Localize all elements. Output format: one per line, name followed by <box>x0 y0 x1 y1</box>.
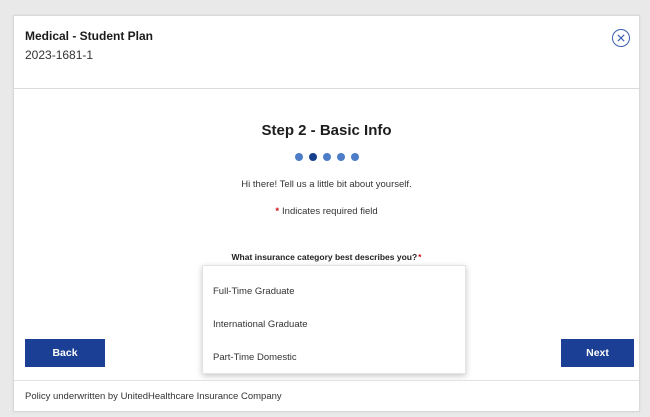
required-note-text: Indicates required field <box>282 206 378 217</box>
question-text: What insurance category best describes y… <box>231 252 418 262</box>
step-dot-4 <box>336 153 345 161</box>
back-button[interactable]: Back <box>25 339 105 367</box>
insurance-category-label: What insurance category best describes y… <box>14 252 639 262</box>
question-required-star: * <box>418 252 422 262</box>
underwriter-note: Policy underwritten by UnitedHealthcare … <box>25 391 282 402</box>
option-international-graduate[interactable]: International Graduate <box>213 319 308 330</box>
step-dot-3 <box>322 153 331 161</box>
step-progress-dots <box>14 153 639 161</box>
modal-header: Medical - Student Plan 2023-1681-1 <box>14 16 639 89</box>
close-x-icon <box>617 34 625 42</box>
step-dot-5 <box>350 153 359 161</box>
step-dot-2 <box>308 153 317 161</box>
next-button[interactable]: Next <box>561 339 634 367</box>
option-part-time-domestic[interactable]: Part-Time Domestic <box>213 352 297 363</box>
modal-footer: Policy underwritten by UnitedHealthcare … <box>14 380 639 413</box>
plan-id: 2023-1681-1 <box>25 48 94 62</box>
close-icon[interactable] <box>612 29 630 47</box>
step-dot-1 <box>294 153 303 161</box>
intro-text: Hi there! Tell us a little bit about you… <box>241 179 412 190</box>
option-full-time-graduate[interactable]: Full-Time Graduate <box>213 286 294 297</box>
enrollment-modal: Medical - Student Plan 2023-1681-1 Step … <box>13 15 640 412</box>
required-star: * <box>275 206 280 217</box>
plan-name: Medical - Student Plan <box>25 29 154 43</box>
insurance-category-dropdown[interactable]: Full-Time Graduate International Graduat… <box>202 265 466 374</box>
required-field-note: * Indicates required field <box>14 206 639 217</box>
step-title: Step 2 - Basic Info <box>261 122 392 139</box>
